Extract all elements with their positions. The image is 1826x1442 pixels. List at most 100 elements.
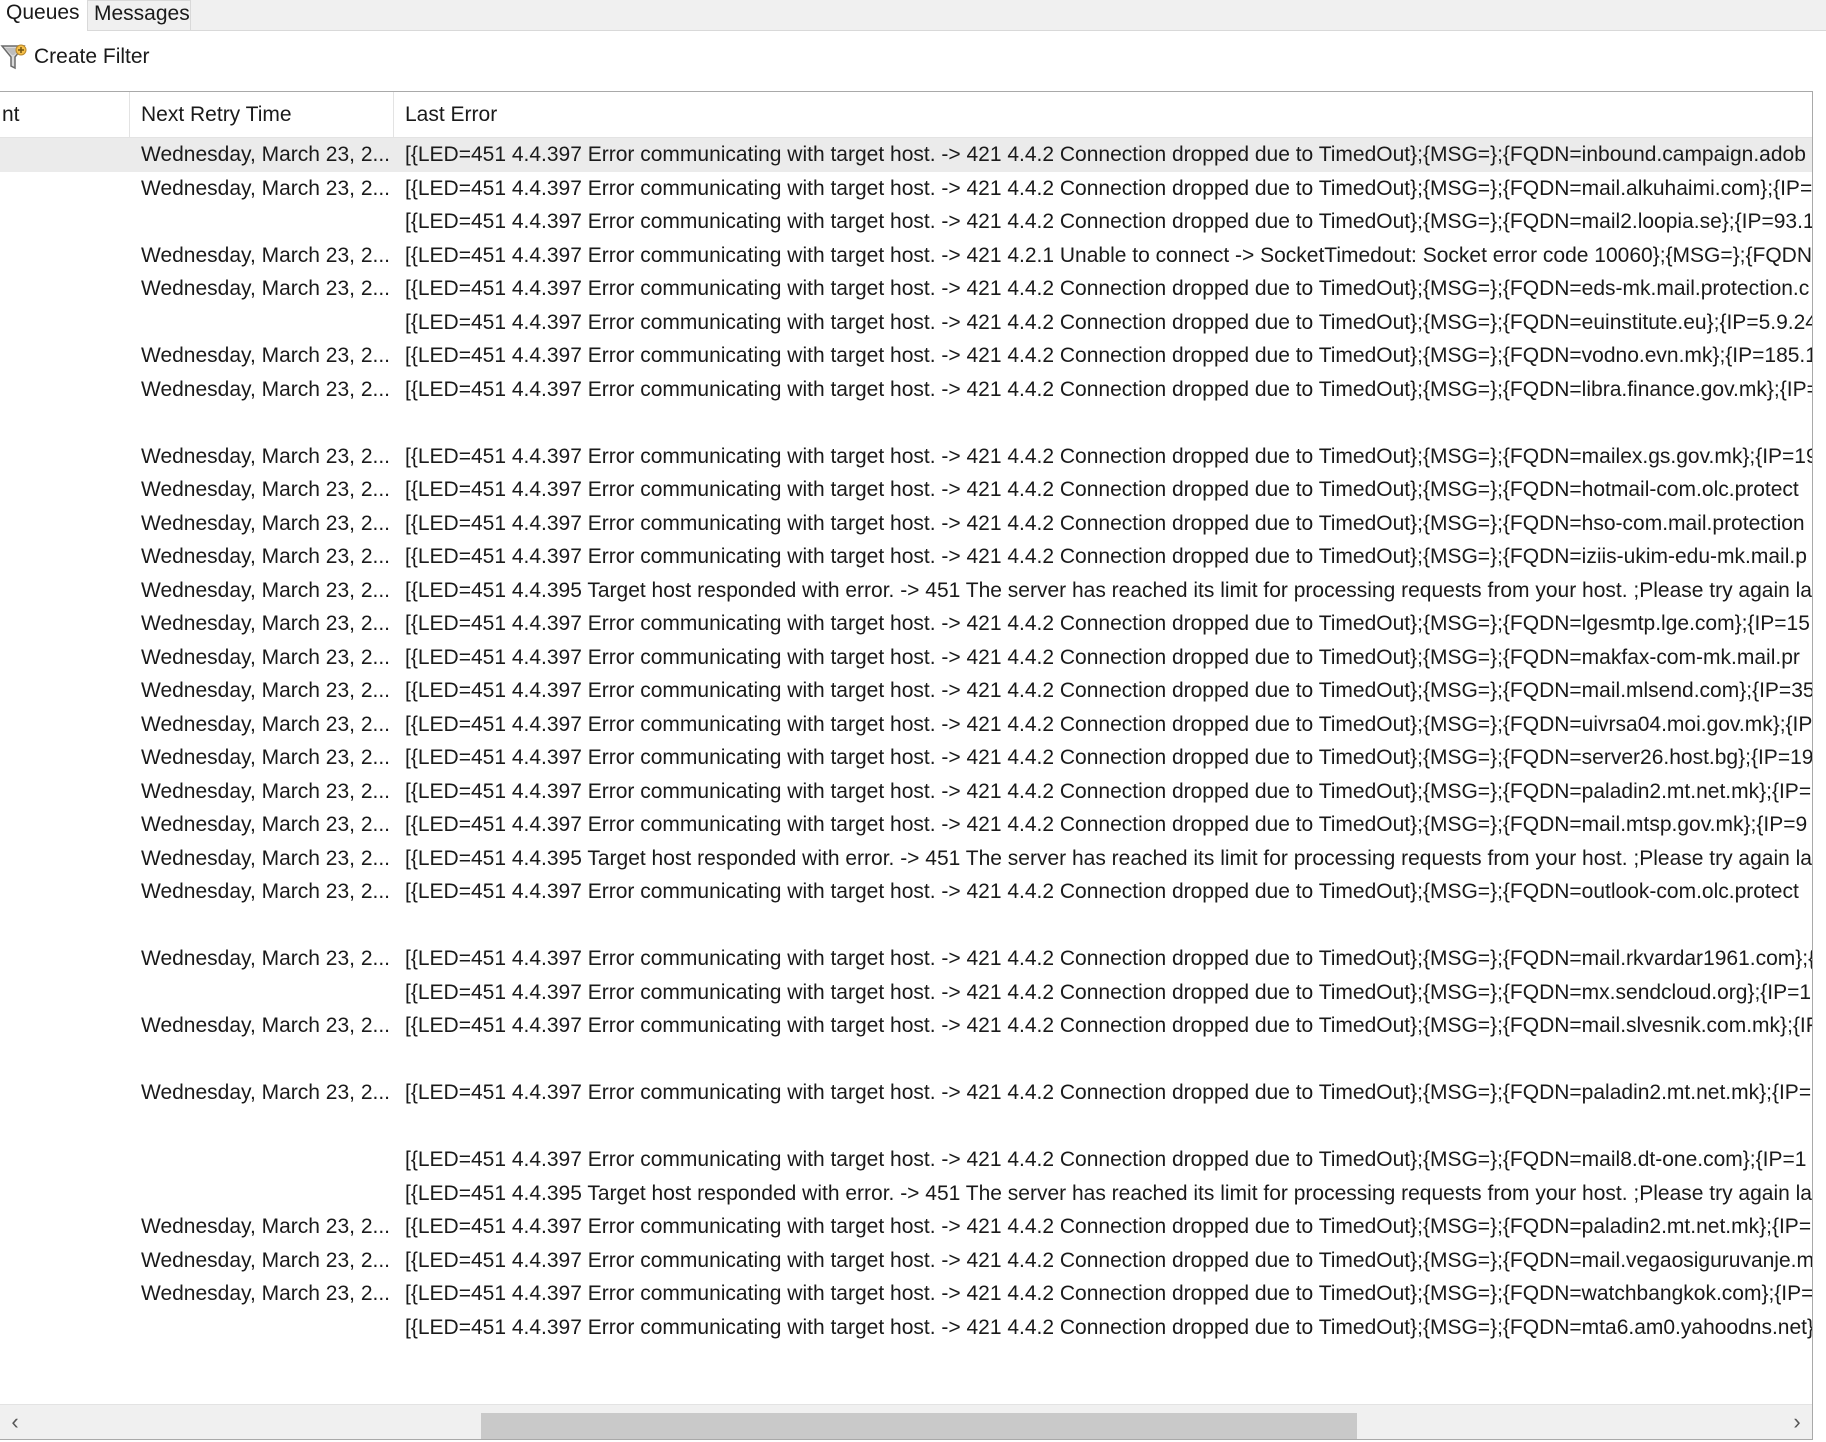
count-cell — [0, 1311, 130, 1345]
horizontal-scrollbar[interactable]: ‹ › — [0, 1404, 1812, 1439]
table-row[interactable]: Wednesday, March 23, 2... [{LED=451 4.4.3… — [0, 1244, 1812, 1278]
last-error-cell: [{LED=451 4.4.397 Error communicating wi… — [405, 980, 1812, 1004]
scroll-right-arrow-icon[interactable]: › — [1782, 1405, 1812, 1439]
table-row[interactable]: Wednesday, March 23, 2... [{LED=451 4.4.3… — [0, 574, 1812, 608]
table-row[interactable]: [{LED=451 4.4.397 Error communicating wi… — [0, 976, 1812, 1010]
count-cell — [0, 406, 130, 440]
count-cell — [0, 875, 130, 909]
count-cell — [0, 708, 130, 742]
scrollbar-thumb[interactable] — [481, 1413, 1357, 1439]
last-error-cell: [{LED=451 4.4.397 Error communicating wi… — [405, 679, 1812, 702]
last-error-cell: [{LED=451 4.4.397 Error communicating wi… — [405, 612, 1810, 635]
last-error-cell: [{LED=451 4.4.397 Error communicating wi… — [405, 1248, 1812, 1272]
table-row[interactable]: Wednesday, March 23, 2... [{LED=451 4.4.3… — [0, 1277, 1812, 1311]
table-row[interactable]: [{LED=451 4.4.397 Error communicating wi… — [0, 1311, 1812, 1345]
last-error-cell: [{LED=451 4.4.397 Error communicating wi… — [405, 243, 1812, 267]
last-error-cell: [{LED=451 4.4.397 Error communicating wi… — [405, 511, 1805, 535]
table-row[interactable]: Wednesday, March 23, 2... [{LED=451 4.4.3… — [0, 942, 1812, 976]
table-row[interactable]: Wednesday, March 23, 2... [{LED=451 4.4.3… — [0, 775, 1812, 809]
next-retry-time-cell: Wednesday, March 23, 2... — [141, 712, 391, 736]
count-cell — [0, 842, 130, 876]
next-retry-time-cell: Wednesday, March 23, 2... — [141, 143, 391, 166]
tab-queues[interactable]: Queues — [0, 0, 88, 31]
last-error-cell: [{LED=451 4.4.397 Error communicating wi… — [405, 1215, 1812, 1238]
last-error-cell: [{LED=451 4.4.397 Error communicating wi… — [405, 143, 1806, 166]
table-row[interactable]: Wednesday, March 23, 2... [{LED=451 4.4.3… — [0, 808, 1812, 842]
table-row[interactable] — [0, 1110, 1812, 1144]
count-cell — [0, 1277, 130, 1311]
count-cell — [0, 574, 130, 608]
table-row[interactable]: Wednesday, March 23, 2... [{LED=451 4.4.3… — [0, 540, 1812, 574]
table-row[interactable]: [{LED=451 4.4.395 Target host responded … — [0, 1177, 1812, 1211]
table-row[interactable]: Wednesday, March 23, 2... [{LED=451 4.4.3… — [0, 1210, 1812, 1244]
table-row[interactable]: Wednesday, March 23, 2... [{LED=451 4.4.3… — [0, 1009, 1812, 1043]
count-cell — [0, 976, 130, 1010]
last-error-cell: [{LED=451 4.4.397 Error communicating wi… — [405, 210, 1812, 233]
last-error-cell: [{LED=451 4.4.397 Error communicating wi… — [405, 813, 1808, 836]
next-retry-time-cell: Wednesday, March 23, 2... — [141, 746, 391, 769]
count-cell — [0, 1009, 130, 1043]
table-row[interactable]: Wednesday, March 23, 2... [{LED=451 4.4.3… — [0, 741, 1812, 775]
last-error-cell: [{LED=451 4.4.397 Error communicating wi… — [405, 277, 1810, 300]
table-row[interactable]: Wednesday, March 23, 2... [{LED=451 4.4.3… — [0, 641, 1812, 675]
table-row[interactable]: Wednesday, March 23, 2... [{LED=451 4.4.3… — [0, 473, 1812, 507]
table-row[interactable]: Wednesday, March 23, 2... [{LED=451 4.4.3… — [0, 842, 1812, 876]
count-cell — [0, 607, 130, 641]
grid-header: nt Next Retry Time Last Error — [0, 92, 1812, 138]
last-error-cell: [{LED=451 4.4.397 Error communicating wi… — [405, 176, 1812, 200]
table-row[interactable]: Wednesday, March 23, 2... [{LED=451 4.4.3… — [0, 507, 1812, 541]
next-retry-time-cell: Wednesday, March 23, 2... — [141, 243, 391, 267]
funnel-filter-icon — [0, 42, 28, 72]
table-row[interactable]: Wednesday, March 23, 2... [{LED=451 4.4.3… — [0, 674, 1812, 708]
last-error-cell: [{LED=451 4.4.397 Error communicating wi… — [405, 645, 1800, 669]
last-error-cell: [{LED=451 4.4.397 Error communicating wi… — [405, 1148, 1807, 1171]
column-header-next-retry-time[interactable]: Next Retry Time — [130, 92, 394, 137]
last-error-cell: [{LED=451 4.4.397 Error communicating wi… — [405, 746, 1812, 769]
table-row[interactable] — [0, 1043, 1812, 1077]
last-error-cell: [{LED=451 4.4.395 Target host responded … — [405, 846, 1812, 870]
next-retry-time-cell: Wednesday, March 23, 2... — [141, 478, 391, 501]
count-cell — [0, 1076, 130, 1110]
last-error-cell: [{LED=451 4.4.395 Target host responded … — [405, 1181, 1812, 1205]
last-error-cell — [394, 909, 1812, 943]
next-retry-time-cell: Wednesday, March 23, 2... — [141, 578, 391, 602]
table-row[interactable]: Wednesday, March 23, 2... [{LED=451 4.4.3… — [0, 239, 1812, 273]
count-cell — [0, 507, 130, 541]
table-row[interactable]: Wednesday, March 23, 2... [{LED=451 4.4.3… — [0, 138, 1812, 172]
last-error-cell: [{LED=451 4.4.397 Error communicating wi… — [405, 478, 1799, 501]
last-error-cell: [{LED=451 4.4.397 Error communicating wi… — [405, 947, 1812, 970]
table-row[interactable]: Wednesday, March 23, 2... [{LED=451 4.4.3… — [0, 1076, 1812, 1110]
table-row[interactable]: Wednesday, March 23, 2... [{LED=451 4.4.3… — [0, 440, 1812, 474]
table-row[interactable]: Wednesday, March 23, 2... [{LED=451 4.4.3… — [0, 373, 1812, 407]
scroll-left-arrow-icon[interactable]: ‹ — [0, 1405, 30, 1439]
tab-bar: Queues Messages — [0, 0, 1826, 31]
last-error-cell: [{LED=451 4.4.397 Error communicating wi… — [405, 1282, 1812, 1305]
last-error-cell: [{LED=451 4.4.397 Error communicating wi… — [405, 1081, 1812, 1104]
table-row[interactable]: [{LED=451 4.4.397 Error communicating wi… — [0, 205, 1812, 239]
last-error-cell: [{LED=451 4.4.397 Error communicating wi… — [405, 344, 1812, 367]
next-retry-time-cell: Wednesday, March 23, 2... — [141, 1081, 391, 1104]
table-row[interactable]: Wednesday, March 23, 2... [{LED=451 4.4.3… — [0, 272, 1812, 306]
tab-messages[interactable]: Messages — [88, 0, 191, 30]
table-row[interactable]: Wednesday, March 23, 2... [{LED=451 4.4.3… — [0, 875, 1812, 909]
table-row[interactable]: Wednesday, March 23, 2... [{LED=451 4.4.3… — [0, 708, 1812, 742]
next-retry-time-cell: Wednesday, March 23, 2... — [141, 444, 391, 468]
table-row[interactable]: Wednesday, March 23, 2... [{LED=451 4.4.3… — [0, 172, 1812, 206]
table-row[interactable]: [{LED=451 4.4.397 Error communicating wi… — [0, 1143, 1812, 1177]
next-retry-time-cell: Wednesday, March 23, 2... — [141, 1014, 391, 1037]
count-cell — [0, 239, 130, 273]
count-cell — [0, 373, 130, 407]
column-header-last-error[interactable]: Last Error — [394, 92, 1812, 137]
next-retry-time-cell — [130, 406, 394, 440]
table-row[interactable] — [0, 406, 1812, 440]
table-row[interactable]: Wednesday, March 23, 2... [{LED=451 4.4.3… — [0, 607, 1812, 641]
table-row[interactable]: Wednesday, March 23, 2... [{LED=451 4.4.3… — [0, 339, 1812, 373]
count-cell — [0, 808, 130, 842]
create-filter-button[interactable]: Create Filter — [0, 39, 150, 75]
queue-grid: nt Next Retry Time Last Error Wednesday,… — [0, 91, 1813, 1440]
last-error-cell: [{LED=451 4.4.397 Error communicating wi… — [405, 1315, 1812, 1339]
table-row[interactable]: [{LED=451 4.4.397 Error communicating wi… — [0, 306, 1812, 340]
count-cell — [0, 1177, 130, 1211]
table-row[interactable] — [0, 909, 1812, 943]
column-header-count[interactable]: nt — [0, 92, 130, 137]
